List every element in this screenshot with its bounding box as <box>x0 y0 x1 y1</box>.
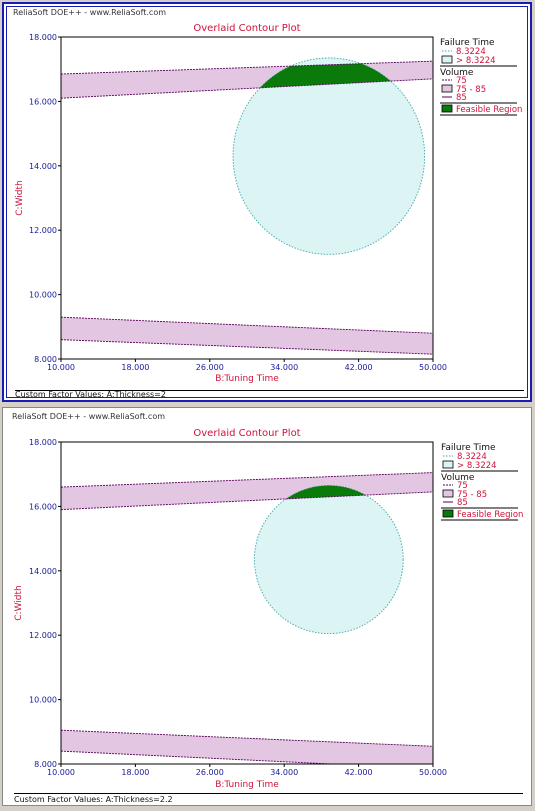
legend-failure-region-swatch <box>441 55 453 64</box>
legend: Failure Time8.3224> 8.3224Volume7575 - 8… <box>440 38 522 116</box>
x-axis-label: B:Tuning Time <box>215 780 279 790</box>
x-tick-label: 18.000 <box>121 768 149 777</box>
failure-time-contour <box>253 485 404 635</box>
x-tick-label: 18.000 <box>121 363 149 372</box>
y-tick-label: 16.000 <box>29 97 57 106</box>
x-tick-label: 42.000 <box>345 768 373 777</box>
y-axis-label: C:Width <box>14 585 24 620</box>
legend-v85: 85 <box>456 93 467 103</box>
chart-panel-1: ReliaSoft DOE++ - www.ReliaSoft.com Cust… <box>2 2 532 402</box>
y-tick-label: 18.000 <box>29 33 57 42</box>
y-tick-label: 16.000 <box>29 502 57 511</box>
y-tick-label: 8.000 <box>34 355 57 364</box>
legend: Failure Time8.3224> 8.3224Volume7575 - 8… <box>441 443 523 521</box>
plot-area <box>61 57 433 355</box>
y-tick-label: 8.000 <box>34 760 57 769</box>
legend-v75-85-swatch <box>441 84 453 93</box>
contour-chart-1: Overlaid Contour Plot 10.000 18.000 26.000 3… <box>15 23 522 384</box>
legend-failure-region: > 8.3224 <box>456 56 496 66</box>
legend-feasible-swatch <box>442 509 454 518</box>
x-tick-label: 34.000 <box>270 363 298 372</box>
legend-v75-85-swatch <box>442 489 454 498</box>
x-tick-label: 34.000 <box>270 768 298 777</box>
y-tick-label: 10.000 <box>29 696 57 705</box>
y-tick-label: 12.000 <box>29 631 57 640</box>
chart-title: Overlaid Contour Plot <box>193 428 300 439</box>
y-tick-label: 10.000 <box>29 291 57 300</box>
legend-feasible: Feasible Region <box>457 510 523 520</box>
x-tick-label: 10.000 <box>47 363 75 372</box>
contour-chart-2: Overlaid Contour Plot 10.000 18.000 26.000 3… <box>14 428 523 790</box>
volume-band-lower <box>61 730 433 764</box>
y-tick-label: 12.000 <box>29 226 57 235</box>
x-tick-label: 26.000 <box>196 363 224 372</box>
chart-panel-2: ReliaSoft DOE++ - www.ReliaSoft.com Cust… <box>2 407 532 806</box>
legend-failure-region-swatch <box>442 460 454 469</box>
x-axis-label: B:Tuning Time <box>215 374 279 384</box>
x-tick-label: 42.000 <box>345 363 373 372</box>
y-axis-label: C:Width <box>15 180 25 215</box>
y-tick-label: 14.000 <box>29 162 57 171</box>
volume-band-lower <box>61 317 433 355</box>
chart-title: Overlaid Contour Plot <box>193 23 300 34</box>
legend-failure-region: > 8.3224 <box>457 461 497 471</box>
y-tick-label: 18.000 <box>29 438 57 447</box>
legend-feasible: Feasible Region <box>456 105 522 115</box>
x-tick-label: 50.000 <box>419 768 447 777</box>
x-tick-label: 10.000 <box>47 768 75 777</box>
x-tick-label: 50.000 <box>419 363 447 372</box>
legend-feasible-swatch <box>441 104 453 113</box>
plot-area <box>61 472 433 764</box>
y-tick-label: 14.000 <box>29 567 57 576</box>
legend-v85: 85 <box>457 498 468 508</box>
x-tick-label: 26.000 <box>196 768 224 777</box>
